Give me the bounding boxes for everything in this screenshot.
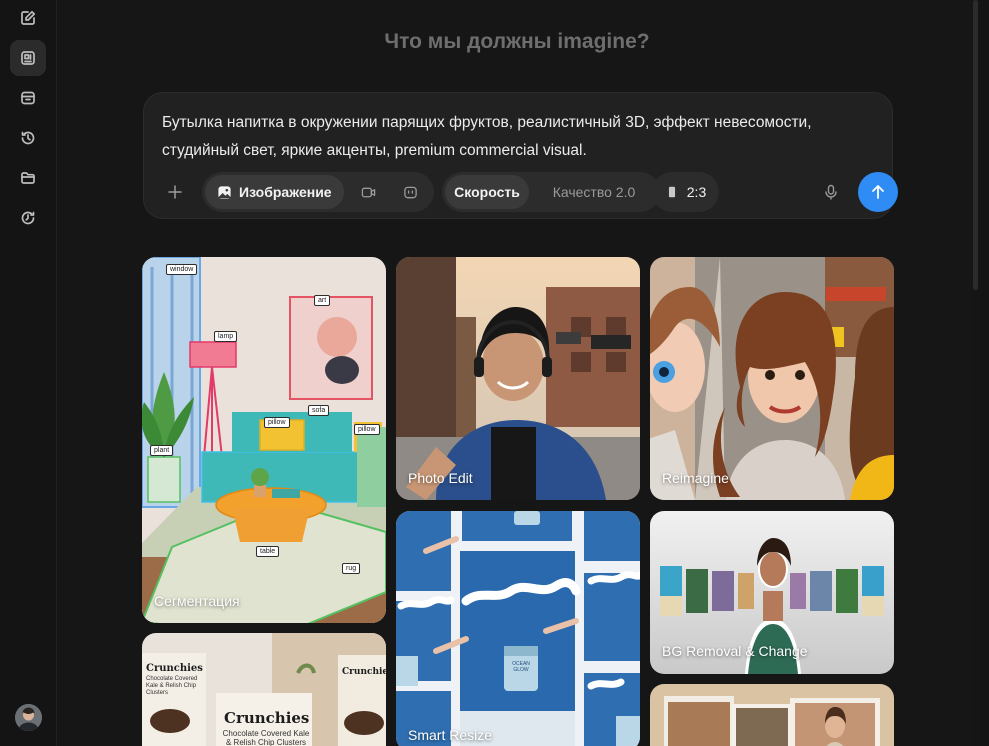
aspect-ratio-selector[interactable]: 2:3 (652, 172, 719, 212)
crunchies-brand-left: Crunchies (146, 663, 203, 674)
user-avatar[interactable] (15, 704, 42, 731)
tag-sofa: sofa (308, 405, 330, 416)
plus-icon (168, 185, 182, 199)
jar-label: OCEAN GLOW (512, 661, 530, 673)
card-reimagine[interactable]: Reimagine (650, 257, 894, 500)
mode-video-tab[interactable] (350, 175, 386, 209)
card-label: Reimagine (662, 470, 729, 486)
bot-face-icon (403, 186, 417, 198)
voice-input-button[interactable] (820, 181, 842, 203)
composer-toolbar: Изображение Скорость Качество 2.0 2:3 (158, 172, 898, 212)
mode-selector: Изображение (202, 172, 434, 212)
folder-button[interactable] (10, 160, 46, 196)
video-icon (361, 187, 375, 197)
card-collage[interactable] (650, 684, 894, 746)
crunchies-subtitle-center: Chocolate Covered Kale & Relish Chip Clu… (222, 729, 310, 746)
card-segmentation[interactable]: window art lamp sofa pillow pillow plant… (142, 257, 386, 623)
card-bg-removal[interactable]: BG Removal & Change (650, 511, 894, 674)
archive-button[interactable] (10, 80, 46, 116)
history-button[interactable] (10, 120, 46, 156)
scrollbar[interactable] (971, 0, 980, 746)
microphone-icon (825, 184, 837, 200)
card-product-crunchies[interactable]: Crunchies Chocolate Covered Kale & Relis… (142, 633, 386, 746)
scrollbar-thumb[interactable] (973, 0, 978, 290)
mode-image-tab[interactable]: Изображение (205, 175, 344, 209)
reimagine-image (650, 257, 894, 500)
arrow-up-icon (872, 185, 884, 199)
crunchies-brand-right: Crunchies (342, 667, 386, 677)
image-gen-button[interactable] (10, 40, 46, 76)
history-icon (21, 131, 35, 145)
main-area: Что мы должны imagine? Бутылка напитка в… (58, 0, 980, 746)
tag-pillow-2: pillow (354, 424, 380, 435)
mode-avatar-tab[interactable] (392, 175, 428, 209)
tag-rug: rug (342, 563, 361, 574)
crunchies-brand-center: Crunchies (224, 709, 310, 727)
card-label: Сегментация (154, 593, 240, 609)
image-icon (218, 185, 231, 199)
restore-icon (21, 211, 35, 225)
speed-option[interactable]: Скорость (445, 175, 529, 209)
prompt-input[interactable]: Бутылка напитка в окружении парящих фрук… (162, 109, 876, 165)
card-smart-resize[interactable]: OCEAN GLOW Smart Resize (396, 511, 640, 746)
aspect-ratio-option[interactable]: 2:3 (652, 175, 719, 209)
edit-icon (21, 10, 36, 25)
page-title: Что мы должны imagine? (384, 30, 650, 53)
tag-art: art (314, 295, 331, 306)
image-gen-icon (21, 51, 35, 65)
tag-lamp: lamp (214, 331, 238, 342)
folder-icon (21, 172, 35, 184)
send-button[interactable] (858, 172, 898, 212)
tag-plant: plant (150, 445, 174, 456)
prompt-composer: Бутылка напитка в окружении парящих фрук… (143, 92, 898, 219)
sidebar (0, 0, 57, 746)
tag-window: window (166, 264, 198, 275)
tag-pillow-1: pillow (264, 417, 290, 428)
new-chat-button[interactable] (10, 0, 46, 36)
archive-icon (21, 91, 35, 105)
portrait-ratio-icon (668, 186, 675, 198)
aspect-ratio-label: 2:3 (686, 184, 707, 200)
avatar-image (15, 704, 42, 731)
mode-image-label: Изображение (239, 184, 332, 200)
smart-resize-image (396, 511, 640, 746)
card-label: BG Removal & Change (662, 643, 808, 659)
card-photo-edit[interactable]: Photo Edit (396, 257, 640, 500)
add-attachment-button[interactable] (162, 179, 188, 205)
card-label: Photo Edit (408, 470, 473, 486)
crunchies-subtitle-left: Chocolate Covered Kale & Relish Chip Clu… (146, 676, 198, 696)
photo-edit-image (396, 257, 640, 500)
restore-button[interactable] (10, 200, 46, 236)
tag-table: table (256, 546, 280, 557)
quality-option[interactable]: Качество 2.0 (535, 175, 653, 209)
quality-selector: Скорость Качество 2.0 (442, 172, 660, 212)
collage-image (650, 684, 894, 746)
card-label: Smart Resize (408, 727, 493, 743)
